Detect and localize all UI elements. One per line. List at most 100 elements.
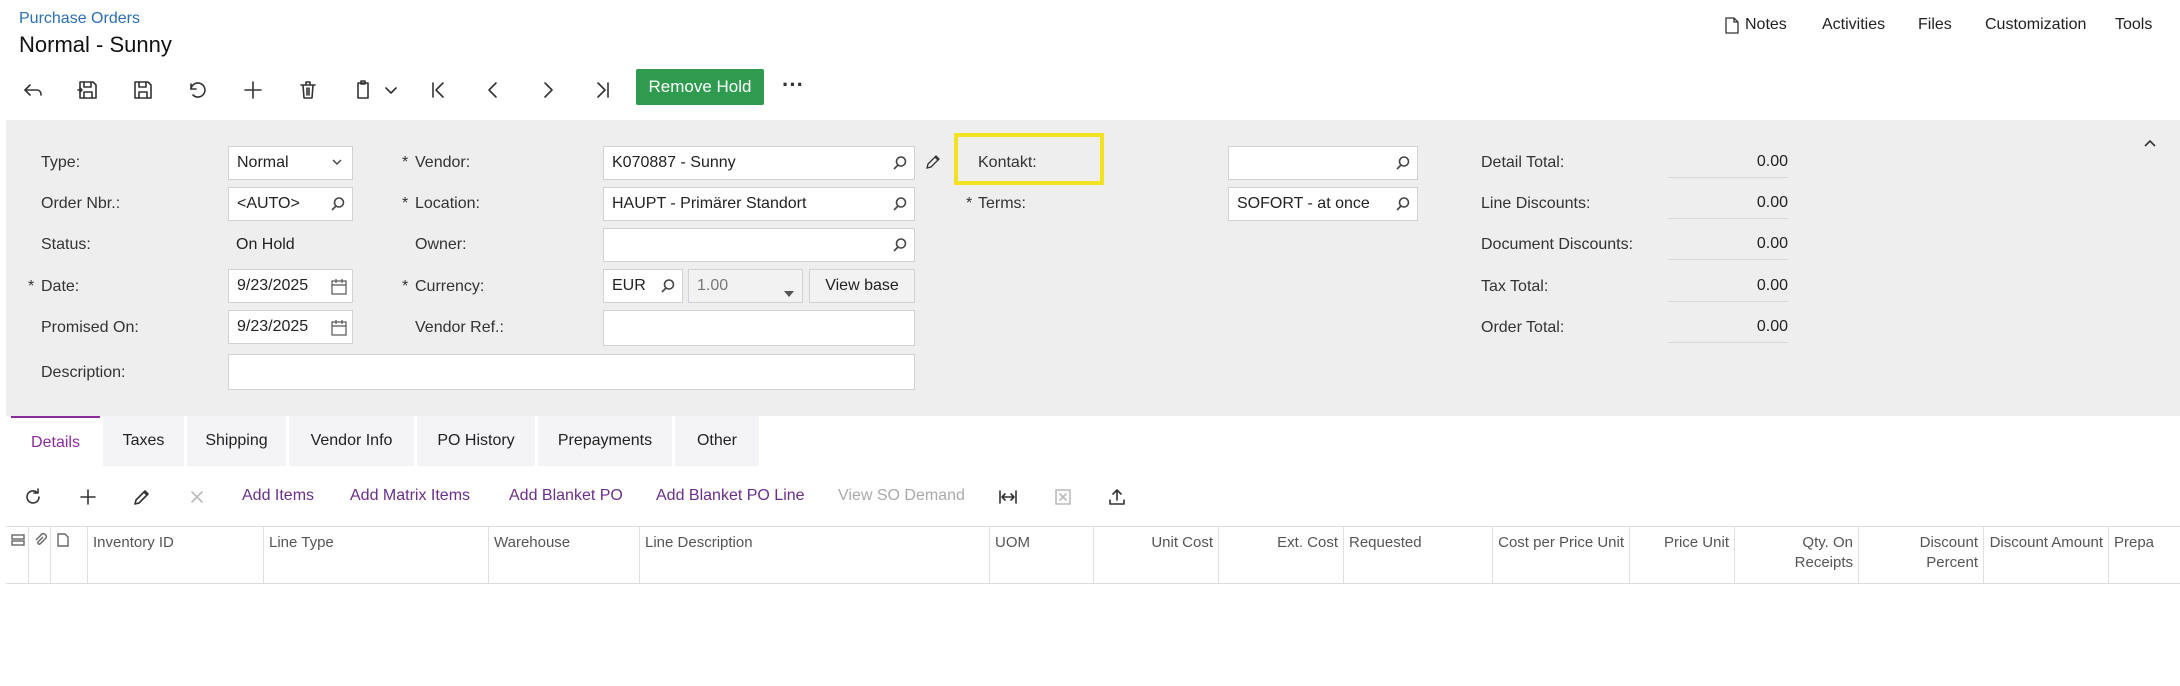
row-selector-icon[interactable] xyxy=(6,527,28,583)
search-icon[interactable] xyxy=(1395,196,1411,212)
last-record-icon[interactable] xyxy=(586,73,620,107)
owner-field[interactable] xyxy=(603,228,915,262)
tab-po-history[interactable]: PO History xyxy=(417,416,535,466)
col-price-unit[interactable]: Price Unit xyxy=(1629,527,1734,583)
col-cost-per-price-unit[interactable]: Cost per Price Unit xyxy=(1492,527,1629,583)
order-total-label: Order Total: xyxy=(1481,319,1565,336)
col-warehouse[interactable]: Warehouse xyxy=(488,527,639,583)
add-matrix-items-button[interactable]: Add Matrix Items xyxy=(350,487,470,505)
tab-shipping[interactable]: Shipping xyxy=(187,416,286,466)
currency-value: EUR xyxy=(612,277,646,294)
col-ext-cost[interactable]: Ext. Cost xyxy=(1218,527,1343,583)
search-icon[interactable] xyxy=(1395,155,1411,171)
delete-row-icon[interactable] xyxy=(182,482,212,512)
currency-rate-select[interactable]: 1.00 xyxy=(688,269,803,303)
owner-label: Owner: xyxy=(415,236,467,253)
note-icon[interactable] xyxy=(50,527,72,583)
add-blanket-po-button[interactable]: Add Blanket PO xyxy=(509,487,623,505)
promised-on-field[interactable]: 9/23/2025 xyxy=(228,310,353,344)
col-inventory-id[interactable]: Inventory ID xyxy=(87,527,263,583)
edit-pencil-icon[interactable] xyxy=(924,153,942,176)
terms-field[interactable]: SOFORT - at once xyxy=(1228,187,1418,221)
tab-other[interactable]: Other xyxy=(675,416,759,466)
currency-field[interactable]: EUR xyxy=(603,269,683,303)
order-nbr-label: Order Nbr.: xyxy=(41,195,121,212)
col-unit-cost[interactable]: Unit Cost xyxy=(1093,527,1218,583)
edit-pencil-icon[interactable] xyxy=(127,482,157,512)
first-record-icon[interactable] xyxy=(421,73,455,107)
add-items-button[interactable]: Add Items xyxy=(242,487,314,505)
col-qty-on-receipts[interactable]: Qty. On Receipts xyxy=(1734,527,1858,583)
search-icon[interactable] xyxy=(660,278,676,294)
detail-total-value: 0.00 xyxy=(1668,153,1788,178)
add-icon[interactable] xyxy=(236,73,270,107)
type-select[interactable]: Normal xyxy=(228,146,353,180)
description-label: Description: xyxy=(41,364,126,381)
files-button[interactable]: Files xyxy=(1918,16,1952,34)
required-marker: * xyxy=(402,195,409,212)
search-icon[interactable] xyxy=(892,237,908,253)
refresh-icon[interactable] xyxy=(18,482,48,512)
kontakt-field[interactable] xyxy=(1228,146,1418,180)
chevron-down-icon[interactable] xyxy=(378,73,404,107)
required-marker: * xyxy=(402,154,409,171)
search-icon[interactable] xyxy=(330,196,346,212)
excel-export-icon[interactable] xyxy=(1048,482,1078,512)
calendar-icon[interactable] xyxy=(330,278,348,301)
col-requested[interactable]: Requested xyxy=(1343,527,1492,583)
document-discounts-label: Document Discounts: xyxy=(1481,236,1634,253)
search-icon[interactable] xyxy=(892,196,908,212)
add-row-icon[interactable] xyxy=(73,482,103,512)
tab-prepayments[interactable]: Prepayments xyxy=(538,416,672,466)
activities-button[interactable]: Activities xyxy=(1822,16,1885,34)
save-icon[interactable] xyxy=(126,73,160,107)
undo-icon[interactable] xyxy=(181,73,215,107)
customization-button[interactable]: Customization xyxy=(1985,16,2086,34)
remove-hold-button[interactable]: Remove Hold xyxy=(636,69,764,105)
view-so-demand-button: View SO Demand xyxy=(838,487,965,504)
tab-taxes[interactable]: Taxes xyxy=(103,416,184,466)
terms-value: SOFORT - at once xyxy=(1237,195,1370,212)
tax-total-label: Tax Total: xyxy=(1481,278,1549,295)
location-field[interactable]: HAUPT - Primärer Standort xyxy=(603,187,915,221)
grid-header: Inventory ID Line Type Warehouse Line De… xyxy=(6,526,2180,584)
copy-paste-icon[interactable] xyxy=(346,73,380,107)
next-record-icon[interactable] xyxy=(531,73,565,107)
back-icon[interactable] xyxy=(16,73,50,107)
save-close-icon[interactable] xyxy=(71,73,105,107)
col-prepayment[interactable]: Prepa xyxy=(2108,527,2180,583)
notes-button[interactable]: Notes xyxy=(1725,16,1787,34)
tools-button[interactable]: Tools xyxy=(2115,16,2152,34)
order-total-value: 0.00 xyxy=(1668,318,1788,343)
col-line-description[interactable]: Line Description xyxy=(639,527,989,583)
tab-details[interactable]: Details xyxy=(11,416,100,468)
delete-icon[interactable] xyxy=(291,73,325,107)
breadcrumb[interactable]: Purchase Orders xyxy=(19,10,140,28)
calendar-icon[interactable] xyxy=(330,319,348,342)
col-line-type[interactable]: Line Type xyxy=(263,527,488,583)
col-discount-percent[interactable]: Discount Percent xyxy=(1858,527,1983,583)
description-field[interactable] xyxy=(228,354,915,390)
vendor-label: Vendor: xyxy=(415,154,471,171)
detail-total-label: Detail Total: xyxy=(1481,154,1565,171)
tab-vendor-info[interactable]: Vendor Info xyxy=(289,416,414,466)
status-value: On Hold xyxy=(236,236,295,253)
vendor-ref-field[interactable] xyxy=(603,310,915,346)
vendor-field[interactable]: K070887 - Sunny xyxy=(603,146,915,180)
add-blanket-po-line-button[interactable]: Add Blanket PO Line xyxy=(656,487,805,505)
attachment-icon[interactable] xyxy=(28,527,50,583)
col-discount-amount[interactable]: Discount Amount xyxy=(1983,527,2108,583)
date-field[interactable]: 9/23/2025 xyxy=(228,269,353,303)
required-marker: * xyxy=(28,278,35,295)
fit-columns-icon[interactable] xyxy=(993,482,1023,512)
search-icon[interactable] xyxy=(892,155,908,171)
view-base-button[interactable]: View base xyxy=(809,269,915,303)
currency-rate-value: 1.00 xyxy=(697,277,729,294)
collapse-icon[interactable] xyxy=(2142,136,2158,157)
col-uom[interactable]: UOM xyxy=(989,527,1093,583)
chevron-down-icon xyxy=(330,155,344,174)
previous-record-icon[interactable] xyxy=(476,73,510,107)
upload-icon[interactable] xyxy=(1102,482,1132,512)
order-nbr-field[interactable]: <AUTO> xyxy=(228,187,353,221)
more-icon[interactable]: ··· xyxy=(782,72,804,98)
